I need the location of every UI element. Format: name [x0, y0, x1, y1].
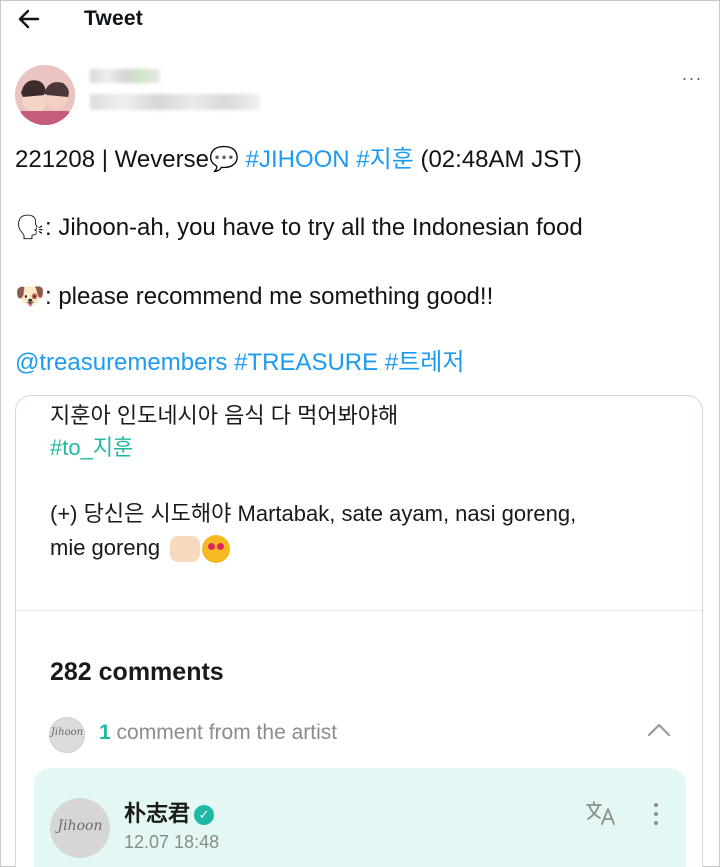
- artist-comment-label: comment from the artist: [116, 721, 338, 744]
- hashtag-treasure[interactable]: #TREASURE: [234, 349, 378, 376]
- artist-comment-count: 1: [99, 721, 111, 744]
- arrow-left-icon[interactable]: [15, 7, 43, 33]
- tweet-text: : Jihoon-ah, you have to try all the Ind…: [45, 214, 583, 241]
- comment-timestamp: 12.07 18:48: [124, 832, 220, 852]
- verified-icon: ✓: [194, 805, 215, 826]
- top-bar: Tweet: [1, 1, 720, 45]
- signature-text: Jihoon: [50, 727, 84, 738]
- attached-image-card[interactable]: 지훈아 인도네시아 음식 다 먹어봐야해 #to_지훈 (+) 당신은 시도해야…: [15, 395, 703, 867]
- more-horizontal-icon[interactable]: ···: [679, 69, 705, 89]
- tweet-line-2: 🗣: Jihoon-ah, you have to try all the In…: [15, 213, 583, 243]
- page-title: Tweet: [84, 7, 143, 30]
- translate-icon[interactable]: [584, 798, 618, 828]
- artist-signature-avatar: Jihoon: [49, 717, 85, 753]
- tweet-text: 221208 | Weverse: [15, 146, 209, 173]
- more-vertical-icon[interactable]: [646, 800, 666, 830]
- tweet-line-4: @treasuremembers #TREASURE #트레저: [15, 348, 464, 378]
- comments-count: 282 comments: [50, 658, 224, 686]
- artist-avatar[interactable]: Jihoon: [50, 798, 110, 858]
- artist-comment-box: Jihoon 朴志君 ✓ 12.07 18:48: [34, 768, 686, 867]
- tweet-line-1: 221208 | Weverse💬 #JIHOON #지훈 (02:48AM J…: [15, 145, 582, 175]
- tweet-text: : please recommend me something good!!: [45, 283, 494, 310]
- post-text-line-3: (+) 당신은 시도해야 Martabak, sate ayam, nasi g…: [50, 501, 577, 526]
- divider: [16, 610, 702, 611]
- heart-eyes-icon: [202, 535, 231, 564]
- hashtag-jihoon[interactable]: #JIHOON: [246, 146, 350, 173]
- chevron-up-icon[interactable]: [644, 718, 674, 742]
- tweet-time-text: (02:48AM JST): [420, 146, 582, 173]
- signature-text: Jihoon: [57, 818, 103, 834]
- post-text: mie goreng: [50, 535, 161, 560]
- artist-name-text: 朴志君: [124, 801, 191, 826]
- artist-comment-toggle[interactable]: 1 comment from the artist: [99, 721, 337, 745]
- author-name-blurred: [90, 69, 160, 83]
- hashtag-jihoon-korean[interactable]: #지훈: [356, 146, 414, 173]
- mention-treasuremembers[interactable]: @treasuremembers: [15, 349, 227, 376]
- speaking-head-icon: 🗣: [15, 214, 46, 241]
- tweet-line-3: 🐶: please recommend me something good!!: [15, 282, 493, 312]
- author-handle-blurred: [90, 94, 260, 110]
- post-hashtag: #to_지훈: [50, 435, 134, 460]
- hashtag-treasure-korean[interactable]: #트레저: [385, 349, 465, 376]
- post-text-line-4: mie goreng: [50, 534, 231, 564]
- speech-bubble-icon: 💬: [208, 146, 239, 173]
- dog-face-icon: 🐶: [15, 283, 45, 310]
- post-text-line-1: 지훈아 인도네시아 음식 다 먹어봐야해: [50, 403, 399, 428]
- raised-hands-icon: [170, 536, 201, 563]
- artist-name: 朴志君 ✓: [124, 796, 215, 828]
- author-avatar[interactable]: [15, 65, 75, 125]
